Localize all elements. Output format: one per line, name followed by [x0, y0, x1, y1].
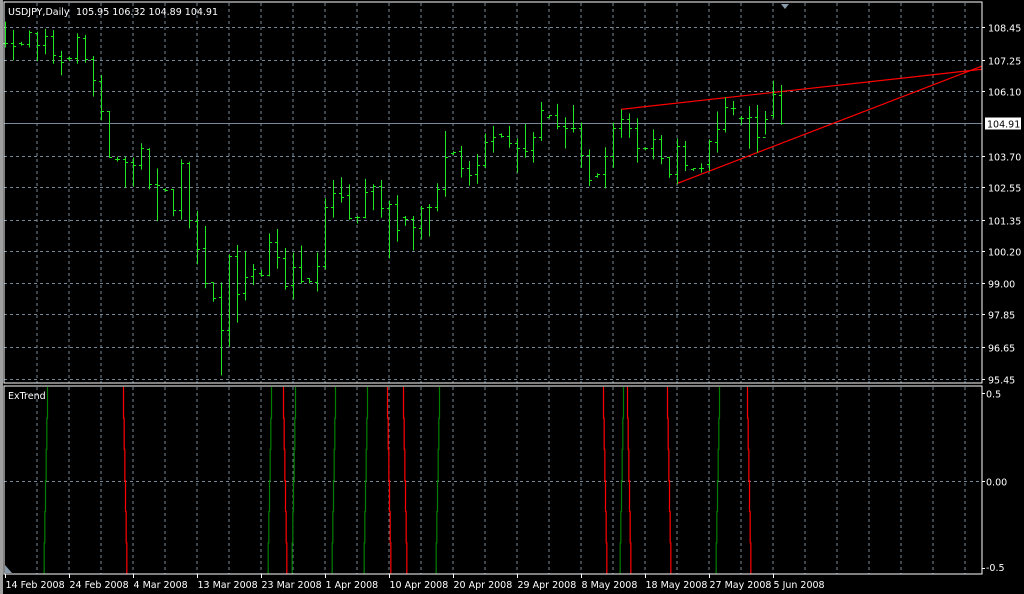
date-axis-label: 5 Jun 2008: [774, 580, 825, 591]
indicator-name-label: ExTrend: [8, 391, 46, 402]
price-axis-label: 106.10: [988, 88, 1021, 99]
ohlc-readout: 105.95 106.32 104.89 104.91: [76, 7, 218, 18]
date-axis-label: 23 Mar 2008: [262, 580, 322, 591]
price-axis-label: 99.00: [988, 280, 1015, 291]
price-axis-label: 107.25: [988, 57, 1021, 68]
price-axis-label: 97.85: [988, 311, 1015, 322]
price-axis-label: 108.45: [988, 24, 1021, 35]
price-axis-label: 96.65: [988, 344, 1015, 355]
chart-window[interactable]: 108.45 107.25 106.10 103.70 102.55 101.35 100.…: [0, 0, 1024, 594]
date-axis-label: 27 May 2008: [710, 580, 772, 591]
price-axis-label: 100.20: [988, 248, 1021, 259]
date-axis-label: 20 Apr 2008: [454, 580, 513, 591]
price-axis-label: 101.35: [988, 217, 1021, 228]
date-axis-label: 18 May 2008: [646, 580, 708, 591]
indicator-axis-label: -0.5: [986, 563, 1005, 574]
price-axis-label: 103.70: [988, 153, 1021, 164]
left-window-edge: [0, 0, 3, 594]
symbol-timeframe-label: USDJPY,Daily: [8, 7, 70, 18]
indicator-axis-label: 0.5: [986, 390, 1001, 401]
date-axis-label: 4 Mar 2008: [134, 580, 188, 591]
price-axis-label: 102.55: [988, 184, 1021, 195]
indicator-axis-label: 0.00: [986, 478, 1007, 489]
price-axis-label: 95.45: [988, 376, 1015, 387]
date-axis-label: 29 Apr 2008: [518, 580, 577, 591]
date-axis-label: 14 Feb 2008: [6, 580, 65, 591]
date-axis-label: 8 May 2008: [582, 580, 638, 591]
date-axis-label: 1 Apr 2008: [326, 580, 379, 591]
current-price-label: 104.91: [987, 120, 1020, 131]
date-axis-label: 10 Apr 2008: [390, 580, 449, 591]
date-axis-label: 13 Mar 2008: [198, 580, 258, 591]
date-axis-label: 24 Feb 2008: [70, 580, 129, 591]
background: [0, 0, 1024, 594]
